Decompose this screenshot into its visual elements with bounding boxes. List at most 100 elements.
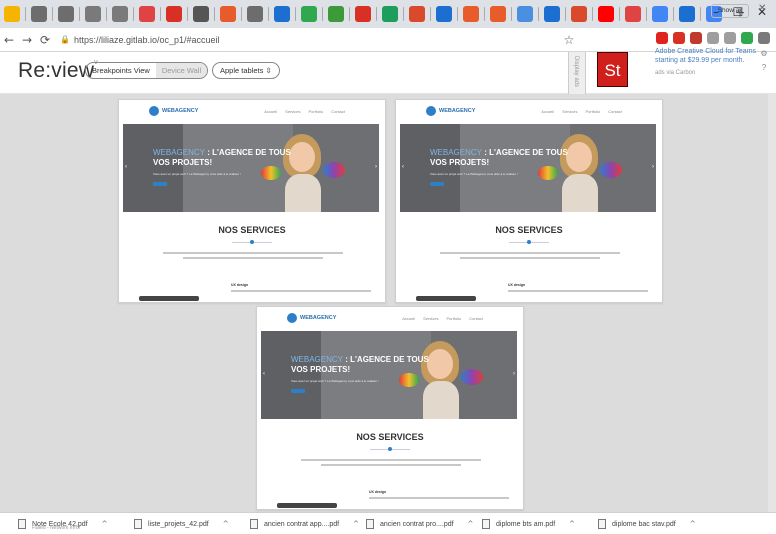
tab-ring-icon[interactable]: [220, 6, 236, 22]
tab-drive-icon[interactable]: [301, 6, 317, 22]
bookmark-star-icon[interactable]: ☆: [560, 33, 578, 47]
tab-send-icon[interactable]: [193, 6, 209, 22]
site-menu-item[interactable]: Services: [423, 316, 438, 321]
download-item[interactable]: ancien contrat app....pdf ^: [232, 513, 359, 534]
hero-photo: [538, 130, 622, 212]
help-icon[interactable]: ?: [758, 61, 770, 75]
stop-icon[interactable]: [690, 32, 702, 44]
show-all-button[interactable]: Show all: [711, 4, 749, 18]
tab-page-icon[interactable]: [112, 6, 128, 22]
tab-g-icon[interactable]: [652, 6, 668, 22]
site-menu-item[interactable]: Accueil: [402, 316, 415, 321]
breakpoints-view-button[interactable]: Breakpoints View: [86, 63, 156, 78]
site-menu-item[interactable]: Portfolio: [586, 109, 601, 114]
tab-pen-icon[interactable]: [409, 6, 425, 22]
settings-icon[interactable]: ⚙: [758, 47, 770, 61]
site-menu-item[interactable]: Accueil: [264, 109, 277, 114]
brand-logo-icon: [426, 106, 436, 116]
tab-youtube-icon[interactable]: [598, 6, 614, 22]
pin-icon[interactable]: [724, 32, 736, 44]
download-item[interactable]: diplome bac stav.pdf ^: [580, 513, 696, 534]
tab-at-icon[interactable]: [31, 6, 47, 22]
chevron-up-icon[interactable]: ^: [690, 520, 696, 528]
tab-grid-icon[interactable]: [274, 6, 290, 22]
opera-icon[interactable]: [656, 32, 668, 44]
text-line: [301, 459, 481, 461]
pdf-file-icon: [366, 519, 374, 529]
download-item[interactable]: liste_projets_42.pdf ^: [116, 513, 229, 534]
site-menu-item[interactable]: Contact: [331, 109, 345, 114]
chevron-up-icon[interactable]: ^: [223, 520, 229, 528]
chip-icon[interactable]: [673, 32, 685, 44]
hero-photo: [261, 130, 345, 212]
carousel-next-icon[interactable]: ›: [652, 164, 654, 170]
tab-page-icon[interactable]: [85, 6, 101, 22]
back-button[interactable]: ←: [0, 33, 18, 47]
download-item[interactable]: diplome bts am.pdf ^: [464, 513, 575, 534]
site-menu-item[interactable]: Services: [562, 109, 577, 114]
device-wall-button[interactable]: Device Wall: [155, 63, 208, 78]
tab-ring-icon[interactable]: [490, 6, 506, 22]
ghost-icon[interactable]: [707, 32, 719, 44]
tab-new-icon[interactable]: [517, 6, 533, 22]
tab-screen-icon[interactable]: [544, 6, 560, 22]
site-menu-item[interactable]: Contact: [469, 316, 483, 321]
scrollbar[interactable]: [768, 94, 776, 512]
carousel-next-icon[interactable]: ›: [513, 371, 515, 377]
tab-separator: [268, 7, 269, 21]
site-brand[interactable]: WEBAGENCY: [426, 106, 475, 116]
ad-logo[interactable]: St: [597, 52, 628, 87]
ad-link[interactable]: Adobe Creative Cloud for Teams starting …: [655, 47, 773, 65]
tab-at-icon[interactable]: [58, 6, 74, 22]
tab-sheet-icon[interactable]: [382, 6, 398, 22]
tab-heart-icon[interactable]: [139, 6, 155, 22]
close-downloads-button[interactable]: ✕: [758, 3, 766, 14]
site-menu-item[interactable]: Accueil: [541, 109, 554, 114]
carousel-prev-icon[interactable]: ‹: [125, 164, 127, 170]
site-brand[interactable]: WEBAGENCY: [149, 106, 198, 116]
carousel-prev-icon[interactable]: ‹: [263, 371, 265, 377]
forward-button[interactable]: →: [18, 33, 36, 47]
hero-button[interactable]: [291, 389, 305, 393]
address-bar[interactable]: 🔒 https://liliaze.gitlab.io/oc_p1/#accue…: [60, 35, 220, 45]
site-menu-item[interactable]: Contact: [608, 109, 622, 114]
tab-ring-icon[interactable]: [463, 6, 479, 22]
tab-separator: [403, 7, 404, 21]
tab-hat-icon[interactable]: [328, 6, 344, 22]
reload-button[interactable]: ⟳: [36, 33, 54, 47]
pdf-file-icon: [134, 519, 142, 529]
chevron-up-icon[interactable]: ^: [569, 520, 575, 528]
laptop-illustration: [139, 296, 199, 301]
download-item[interactable]: Note Ecole 42.pdf Failed - Network error…: [0, 513, 108, 534]
hero-button[interactable]: [430, 182, 444, 186]
device-select[interactable]: Apple tablets ⇳: [212, 62, 280, 79]
device-frame[interactable]: WEBAGENCY Accueil Services Portfolio Contac…: [256, 306, 524, 510]
tab-separator: [619, 7, 620, 21]
tab-separator: [565, 7, 566, 21]
download-filename: ancien contrat app....pdf: [264, 520, 340, 528]
tab-mail-icon[interactable]: [166, 6, 182, 22]
display-ads-sidebar-tab[interactable]: Display ads: [568, 52, 586, 94]
tab-box-icon[interactable]: [679, 6, 695, 22]
site-brand[interactable]: WEBAGENCY: [287, 313, 336, 323]
tab-at-icon[interactable]: [247, 6, 263, 22]
tab-bookmark-icon[interactable]: [4, 6, 20, 22]
site-menu-item[interactable]: Services: [285, 109, 300, 114]
tab-mail-icon[interactable]: [355, 6, 371, 22]
profile-icon[interactable]: [758, 32, 770, 44]
tab-chip-icon[interactable]: [571, 6, 587, 22]
site-menu-item[interactable]: Portfolio: [309, 109, 324, 114]
tab-v-icon[interactable]: [625, 6, 641, 22]
ext-icon[interactable]: [741, 32, 753, 44]
carousel-prev-icon[interactable]: ‹: [402, 164, 404, 170]
site-menu-item[interactable]: Portfolio: [447, 316, 462, 321]
device-frame[interactable]: WEBAGENCY Accueil Services Portfolio Contac…: [118, 99, 386, 303]
device-frame[interactable]: WEBAGENCY Accueil Services Portfolio Contac…: [395, 99, 663, 303]
download-item[interactable]: ancien contrat pro....pdf ^: [348, 513, 473, 534]
chevron-up-icon[interactable]: ^: [102, 520, 108, 528]
site-menu: Accueil Services Portfolio Contact: [533, 109, 622, 114]
tab-globe-icon[interactable]: [436, 6, 452, 22]
hero-button[interactable]: [153, 182, 167, 186]
hero-banner: WEBAGENCY : L'AGENCE DE TOUS VOS PROJETS!…: [400, 124, 656, 212]
carousel-next-icon[interactable]: ›: [375, 164, 377, 170]
